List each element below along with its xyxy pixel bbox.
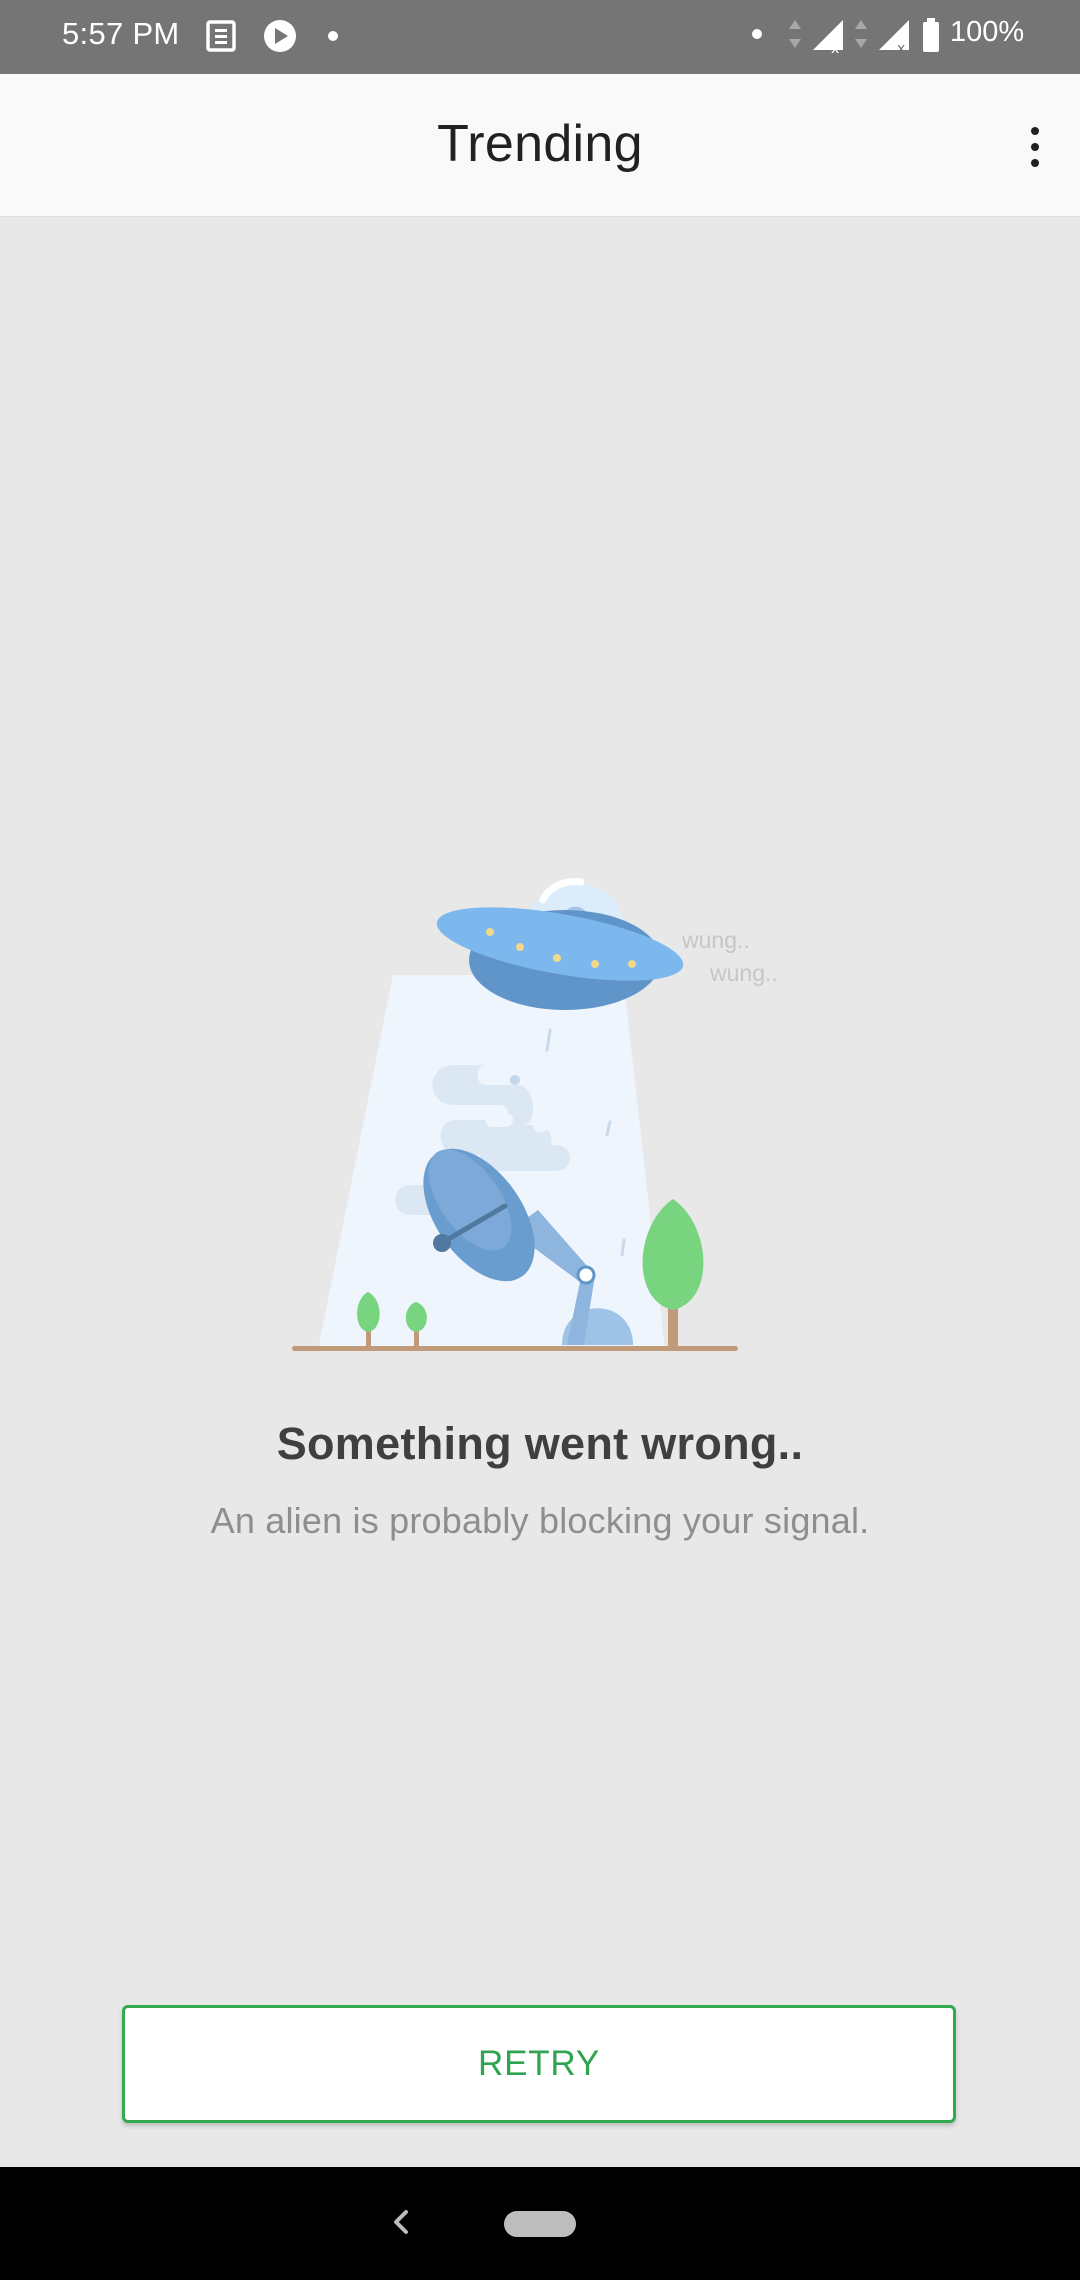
ground-line — [292, 1346, 738, 1351]
error-title: Something went wrong.. — [276, 1418, 804, 1469]
home-pill-icon[interactable] — [504, 2211, 576, 2237]
signal-icon: x — [813, 20, 843, 56]
app-bar: Trending — [0, 74, 1080, 217]
svg-text:x: x — [831, 41, 839, 56]
status-right-icons: x x — [752, 18, 939, 56]
data-arrows-icon — [789, 20, 801, 48]
data-arrows-icon-2 — [855, 20, 867, 48]
battery-icon — [923, 18, 939, 52]
more-options-button[interactable] — [1010, 122, 1060, 172]
more-vert-icon-dot — [1031, 159, 1039, 167]
wung-text-1: wung.. — [681, 927, 750, 953]
status-time: 5:57 PM — [62, 16, 180, 51]
dot-icon — [328, 31, 338, 41]
wung-text-2: wung.. — [709, 960, 778, 986]
status-bar: 5:57 PM x x 100% — [0, 0, 1080, 74]
dot-icon — [752, 29, 762, 39]
news-icon — [206, 20, 236, 52]
retry-button[interactable]: RETRY — [122, 2005, 956, 2123]
more-vert-icon-dot — [1031, 143, 1039, 151]
ufo-illustration: wung.. wung.. — [292, 878, 778, 1351]
play-icon — [264, 20, 296, 52]
error-message: An alien is probably blocking your signa… — [210, 1500, 870, 1541]
battery-percentage: 100% — [950, 16, 1025, 48]
page-title: Trending — [437, 115, 643, 173]
back-icon[interactable] — [386, 2202, 416, 2242]
more-vert-icon — [1031, 127, 1039, 135]
svg-text:x: x — [897, 41, 905, 56]
retry-label: RETRY — [478, 2044, 600, 2083]
system-nav-bar — [0, 2167, 1080, 2280]
signal-icon: x — [879, 20, 909, 56]
status-left-icons — [206, 20, 338, 52]
